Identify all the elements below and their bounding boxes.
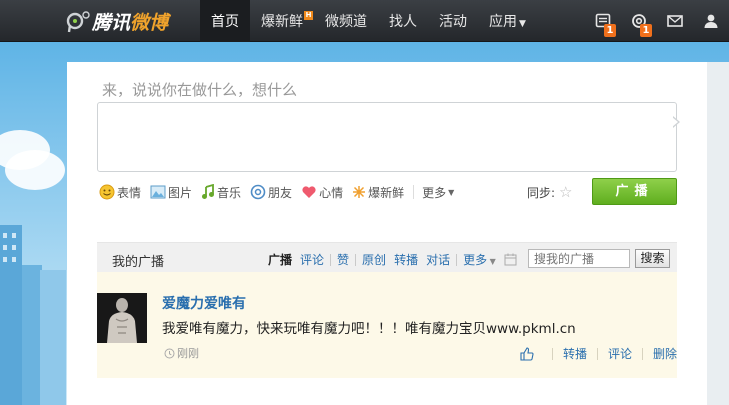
composer-prompt: 来，说说你在做什么，想什么 bbox=[102, 81, 298, 99]
image-button[interactable]: 图片 bbox=[150, 184, 192, 201]
music-button[interactable]: 音乐 bbox=[201, 184, 241, 201]
logo-text: 腾讯微博 bbox=[92, 11, 169, 34]
more-tools-button[interactable]: 更多 ▼ bbox=[422, 184, 454, 201]
mentions-count-badge: 1 bbox=[640, 24, 652, 37]
action-divider bbox=[596, 347, 598, 360]
nav-apps[interactable]: 应用 ▼ bbox=[478, 0, 537, 42]
main-nav: 首页 爆新鲜 H 微频道 找人 活动 应用 ▼ bbox=[200, 0, 537, 42]
broadcast-button[interactable]: 广播 bbox=[592, 178, 677, 205]
repost-button[interactable]: 转播 bbox=[563, 345, 587, 362]
filter-original[interactable]: 原创 bbox=[362, 251, 386, 268]
feed-filters: 广播 评论 赞 原创 转播 对话 更多 ▼ bbox=[264, 251, 517, 268]
toolbar-divider bbox=[413, 185, 415, 199]
filter-reposts[interactable]: 转播 bbox=[394, 251, 418, 268]
building-decoration bbox=[0, 225, 22, 405]
profile-icon bbox=[704, 14, 718, 28]
at-icon bbox=[250, 184, 266, 200]
star-icon[interactable]: ☆ bbox=[559, 183, 572, 201]
mail-button[interactable] bbox=[657, 0, 693, 42]
heart-icon bbox=[302, 186, 316, 198]
profile-button[interactable] bbox=[693, 0, 729, 42]
trending-button[interactable]: 爆新鲜 bbox=[352, 184, 404, 201]
emoji-button[interactable]: 表情 bbox=[99, 184, 141, 201]
main-panel: 来，说说你在做什么，想什么 表情 图片 音乐 朋友 心情 爆新鲜 更多 ▼ 同步… bbox=[67, 62, 707, 405]
nav-channels[interactable]: 微频道 bbox=[314, 0, 378, 42]
header-icons: 1 1 bbox=[585, 0, 729, 42]
feed-post: 爱魔力爱唯有 我爱唯有魔力，快来玩唯有魔力吧！！！唯有魔力宝贝www.pkml.… bbox=[97, 272, 677, 378]
nav-events[interactable]: 活动 bbox=[428, 0, 478, 42]
composer-toolbar: 表情 图片 音乐 朋友 心情 爆新鲜 更多 ▼ bbox=[99, 183, 463, 201]
nav-trending[interactable]: 爆新鲜 H bbox=[250, 0, 314, 42]
mentions-button[interactable]: 1 bbox=[621, 0, 657, 42]
sync-label: 同步: bbox=[527, 185, 556, 200]
action-divider bbox=[641, 347, 643, 360]
emoji-icon bbox=[99, 184, 115, 200]
chevron-down-icon: ▼ bbox=[448, 187, 455, 197]
chevron-down-icon: ▼ bbox=[519, 19, 526, 29]
filter-divider bbox=[330, 253, 332, 266]
calendar-icon[interactable] bbox=[504, 253, 517, 266]
post-author[interactable]: 爱魔力爱唯有 bbox=[162, 293, 246, 313]
filter-divider bbox=[456, 253, 458, 266]
compose-pointer bbox=[672, 116, 680, 128]
post-time[interactable]: 刚刚 bbox=[164, 345, 199, 361]
right-sidebar bbox=[707, 62, 729, 405]
mention-friend-button[interactable]: 朋友 bbox=[250, 184, 292, 201]
nav-find-people[interactable]: 找人 bbox=[378, 0, 428, 42]
post-content: 我爱唯有魔力，快来玩唯有魔力吧！！！唯有魔力宝贝www.pkml.cn bbox=[162, 321, 576, 337]
mail-icon bbox=[667, 15, 683, 27]
post-actions: 转播 评论 删除 bbox=[520, 345, 677, 362]
delete-button[interactable]: 删除 bbox=[653, 345, 677, 362]
chevron-down-icon: ▼ bbox=[487, 257, 496, 266]
comment-button[interactable]: 评论 bbox=[608, 345, 632, 362]
cloud-decoration bbox=[5, 150, 65, 190]
hot-badge: H bbox=[304, 11, 313, 20]
nav-home[interactable]: 首页 bbox=[200, 0, 250, 42]
avatar[interactable] bbox=[97, 293, 147, 343]
tencent-logo-icon bbox=[66, 8, 92, 34]
filter-broadcast[interactable]: 广播 bbox=[268, 251, 292, 268]
sync-control: 同步: ☆ bbox=[527, 183, 573, 201]
trending-icon bbox=[353, 186, 366, 198]
logo[interactable]: 腾讯微博 bbox=[66, 8, 168, 34]
filter-divider bbox=[355, 253, 357, 266]
building-decoration bbox=[40, 270, 66, 405]
music-icon bbox=[202, 184, 215, 199]
feed-title: 我的广播 bbox=[112, 255, 165, 270]
thumbs-up-icon[interactable] bbox=[520, 346, 534, 361]
clock-icon bbox=[164, 348, 175, 358]
filter-more[interactable]: 更多 ▼ bbox=[463, 251, 496, 268]
feed-header: 我的广播 广播 评论 赞 原创 转播 对话 更多 ▼ 搜索 bbox=[97, 242, 677, 272]
building-decoration bbox=[22, 265, 42, 405]
action-divider bbox=[551, 347, 553, 360]
image-icon bbox=[150, 185, 166, 199]
mood-button[interactable]: 心情 bbox=[301, 184, 343, 201]
filter-comments[interactable]: 评论 bbox=[300, 251, 324, 268]
filter-conversations[interactable]: 对话 bbox=[426, 251, 450, 268]
compose-textarea[interactable] bbox=[97, 102, 677, 172]
top-navigation-bar: 腾讯微博 首页 爆新鲜 H 微频道 找人 活动 应用 ▼ 1 1 bbox=[0, 0, 729, 42]
messages-count-badge: 1 bbox=[604, 24, 616, 37]
filter-likes[interactable]: 赞 bbox=[337, 251, 349, 268]
messages-button[interactable]: 1 bbox=[585, 0, 621, 42]
feed-search-button[interactable]: 搜索 bbox=[635, 249, 670, 268]
feed-search-input[interactable] bbox=[528, 249, 630, 268]
